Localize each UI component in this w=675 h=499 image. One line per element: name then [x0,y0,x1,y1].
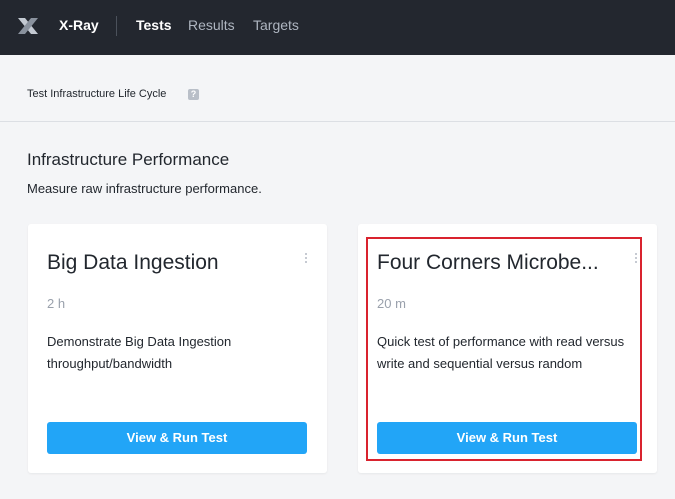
breadcrumb: Test Infrastructure Life Cycle [27,88,167,100]
section-title: Infrastructure Performance [27,150,230,169]
card-title: Big Data Ingestion [47,251,219,274]
card-description: Quick test of performance with read vers… [377,334,625,371]
divider [0,121,675,122]
top-navigation-bar: X-Ray Tests Results Targets [0,0,675,55]
xray-logo-icon[interactable] [16,16,40,36]
view-run-test-button[interactable]: View & Run Test [47,422,307,454]
test-card-big-data-ingestion[interactable]: Big Data Ingestion 2 h Demonstrate Big D… [28,224,327,473]
help-icon[interactable]: ? [188,89,199,100]
section-description: Measure raw infrastructure performance. [27,181,262,196]
card-title: Four Corners Microbe... [377,251,599,274]
header-divider [116,16,117,36]
tab-tests[interactable]: Tests [136,17,172,33]
tab-targets[interactable]: Targets [253,17,299,33]
card-duration: 2 h [47,296,66,311]
more-options-icon[interactable] [302,253,310,267]
more-options-icon[interactable] [632,253,640,267]
app-name: X-Ray [59,17,99,33]
tab-results[interactable]: Results [188,17,235,33]
view-run-test-button[interactable]: View & Run Test [377,422,637,454]
test-card-four-corners-microbenchmark[interactable]: Four Corners Microbe... 20 m Quick test … [358,224,657,473]
card-description: Demonstrate Big Data Ingestion throughpu… [47,334,232,371]
card-duration: 20 m [377,296,406,311]
